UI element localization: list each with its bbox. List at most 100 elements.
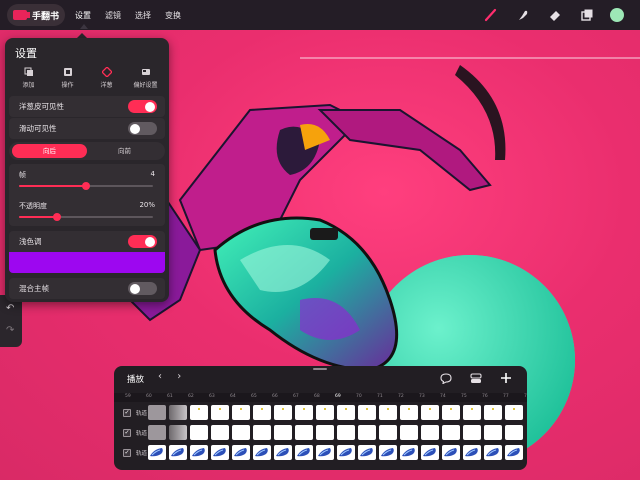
opacity-slider[interactable] — [19, 213, 153, 221]
frame-cell[interactable] — [190, 405, 208, 420]
timeline-drag-handle[interactable] — [313, 368, 327, 370]
ruler-frame-number: 65 — [251, 394, 257, 399]
frame-cell[interactable] — [337, 405, 355, 420]
menu-filters[interactable]: 滤镜 — [105, 10, 121, 21]
frame-cell[interactable] — [253, 405, 271, 420]
frame-cell[interactable] — [232, 445, 250, 460]
frame-cell[interactable] — [169, 405, 187, 420]
frame-cell[interactable] — [337, 445, 355, 460]
frame-cell[interactable] — [505, 445, 523, 460]
tab-preferences[interactable]: 偏好设置 — [126, 66, 165, 89]
ruler-frame-number: 68 — [314, 394, 320, 399]
eraser-icon[interactable] — [546, 6, 564, 24]
smudge-icon[interactable] — [514, 6, 532, 24]
frame-cell[interactable] — [274, 425, 292, 440]
redo-icon[interactable]: ↷ — [6, 325, 14, 336]
frame-cell[interactable] — [400, 405, 418, 420]
menu-select[interactable]: 选择 — [135, 10, 151, 21]
tab-onion[interactable]: 洋葱 — [87, 66, 126, 89]
chevron-left-icon[interactable]: ‹ — [158, 371, 162, 382]
frame-cell[interactable] — [190, 425, 208, 440]
frame-cell[interactable] — [274, 445, 292, 460]
frame-cell[interactable] — [421, 425, 439, 440]
tab-add[interactable]: 添加 — [9, 66, 48, 89]
frame-cell[interactable] — [442, 445, 460, 460]
frame-nav: ‹ › — [158, 371, 193, 382]
frame-cell[interactable] — [379, 425, 397, 440]
comment-icon[interactable] — [439, 372, 453, 384]
frame-cell[interactable] — [211, 405, 229, 420]
frame-cell[interactable] — [211, 425, 229, 440]
frame-cell[interactable] — [232, 405, 250, 420]
timeline-track-row[interactable]: ✓ 轨道 1 — [114, 445, 527, 462]
frame-cell[interactable] — [232, 425, 250, 440]
frame-cell[interactable] — [463, 445, 481, 460]
frame-cell[interactable] — [463, 425, 481, 440]
tint-toggle[interactable] — [128, 235, 157, 248]
slide-visibility-toggle[interactable] — [128, 122, 157, 135]
tracks-icon[interactable] — [469, 372, 483, 384]
direction-backward-option[interactable]: 向后 — [12, 144, 87, 158]
timeline-track-row[interactable]: ✓ 轨道 3 — [114, 405, 527, 422]
onion-visibility-toggle[interactable] — [128, 100, 157, 113]
chevron-right-icon[interactable]: › — [177, 371, 181, 382]
frame-cell[interactable] — [484, 445, 502, 460]
opacity-value: 20% — [139, 201, 155, 209]
track-visibility-checkbox[interactable]: ✓ — [123, 429, 131, 437]
frame-cell[interactable] — [358, 405, 376, 420]
frame-cell[interactable] — [400, 425, 418, 440]
frame-cell[interactable] — [358, 425, 376, 440]
frame-cell[interactable] — [358, 445, 376, 460]
frame-cell[interactable] — [379, 445, 397, 460]
frame-cell[interactable] — [211, 445, 229, 460]
timeline-track-row[interactable]: ✓ 轨道 2 — [114, 425, 527, 442]
frame-cell[interactable] — [148, 405, 166, 420]
frame-cell[interactable] — [316, 425, 334, 440]
frame-cell[interactable] — [190, 445, 208, 460]
frame-cell[interactable] — [505, 425, 523, 440]
play-button[interactable]: 播放 — [127, 373, 144, 385]
frame-cell[interactable] — [442, 405, 460, 420]
app-menu-button[interactable]: 手翻书 — [7, 4, 65, 26]
direction-forward-option[interactable]: 向前 — [87, 144, 162, 158]
frame-ruler[interactable]: 59 60 61 62 63 64 65 66 67 68 69 70 71 72 73 74 75 76 77 78… — [114, 393, 527, 402]
frame-cell[interactable] — [463, 405, 481, 420]
frame-cell[interactable] — [148, 425, 166, 440]
frame-cell[interactable] — [400, 445, 418, 460]
blend-main-toggle[interactable] — [128, 282, 157, 295]
frame-cell[interactable] — [316, 445, 334, 460]
frames-slider-knob[interactable] — [82, 182, 90, 190]
track-visibility-checkbox[interactable]: ✓ — [123, 449, 131, 457]
frame-cell[interactable] — [169, 425, 187, 440]
frame-cell[interactable] — [253, 425, 271, 440]
frame-cell[interactable] — [316, 405, 334, 420]
undo-icon[interactable]: ↶ — [6, 303, 14, 314]
frame-cell[interactable] — [169, 445, 187, 460]
opacity-slider-knob[interactable] — [52, 213, 61, 221]
layers-icon[interactable] — [578, 6, 596, 24]
frame-cell[interactable] — [505, 405, 523, 420]
frame-cell[interactable] — [421, 405, 439, 420]
frame-cell[interactable] — [148, 445, 166, 460]
frame-cell[interactable] — [253, 445, 271, 460]
menu-settings[interactable]: 设置 — [75, 10, 91, 29]
frame-cell[interactable] — [442, 425, 460, 440]
current-color-swatch[interactable] — [610, 8, 624, 22]
add-icon[interactable] — [499, 372, 513, 384]
tint-color-swatch[interactable] — [9, 252, 165, 273]
brush-icon[interactable] — [482, 6, 500, 24]
frame-cell[interactable] — [295, 425, 313, 440]
frame-cell[interactable] — [379, 405, 397, 420]
frame-cell[interactable] — [337, 425, 355, 440]
frame-cell[interactable] — [484, 425, 502, 440]
frame-cell[interactable] — [295, 445, 313, 460]
frame-cell[interactable] — [274, 405, 292, 420]
menu-transform[interactable]: 变换 — [165, 10, 181, 21]
frame-cell[interactable] — [421, 445, 439, 460]
track-cells — [148, 405, 526, 422]
frame-cell[interactable] — [484, 405, 502, 420]
tab-actions[interactable]: 操作 — [48, 66, 87, 89]
track-visibility-checkbox[interactable]: ✓ — [123, 409, 131, 417]
frames-slider[interactable] — [19, 182, 153, 190]
frame-cell[interactable] — [295, 405, 313, 420]
